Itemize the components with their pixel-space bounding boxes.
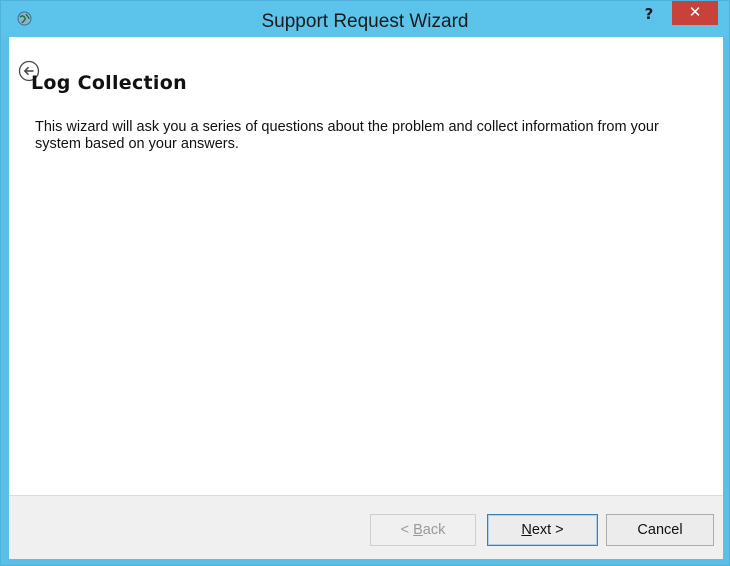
window-title: Support Request Wizard (261, 11, 469, 32)
close-button[interactable]: ✕ (672, 1, 718, 25)
back-button-prefix: < (400, 522, 414, 538)
cancel-button[interactable]: Cancel (606, 514, 714, 546)
back-button-label: ack (422, 522, 446, 538)
page-title: Log Collection (31, 72, 187, 94)
back-button-mnemonic: B (413, 522, 423, 538)
next-button-label: ext > (531, 522, 564, 538)
wizard-content-area (9, 37, 723, 558)
next-button[interactable]: Next > (487, 514, 598, 546)
back-button[interactable]: < Back (370, 514, 476, 546)
wizard-window: Support Request Wizard ? ✕ Log Collectio… (0, 0, 730, 566)
next-button-mnemonic: N (521, 522, 532, 538)
page-description: This wizard will ask you a series of que… (35, 119, 659, 152)
help-button[interactable]: ? (633, 3, 665, 29)
title-bar[interactable]: Support Request Wizard ? ✕ (1, 1, 729, 37)
